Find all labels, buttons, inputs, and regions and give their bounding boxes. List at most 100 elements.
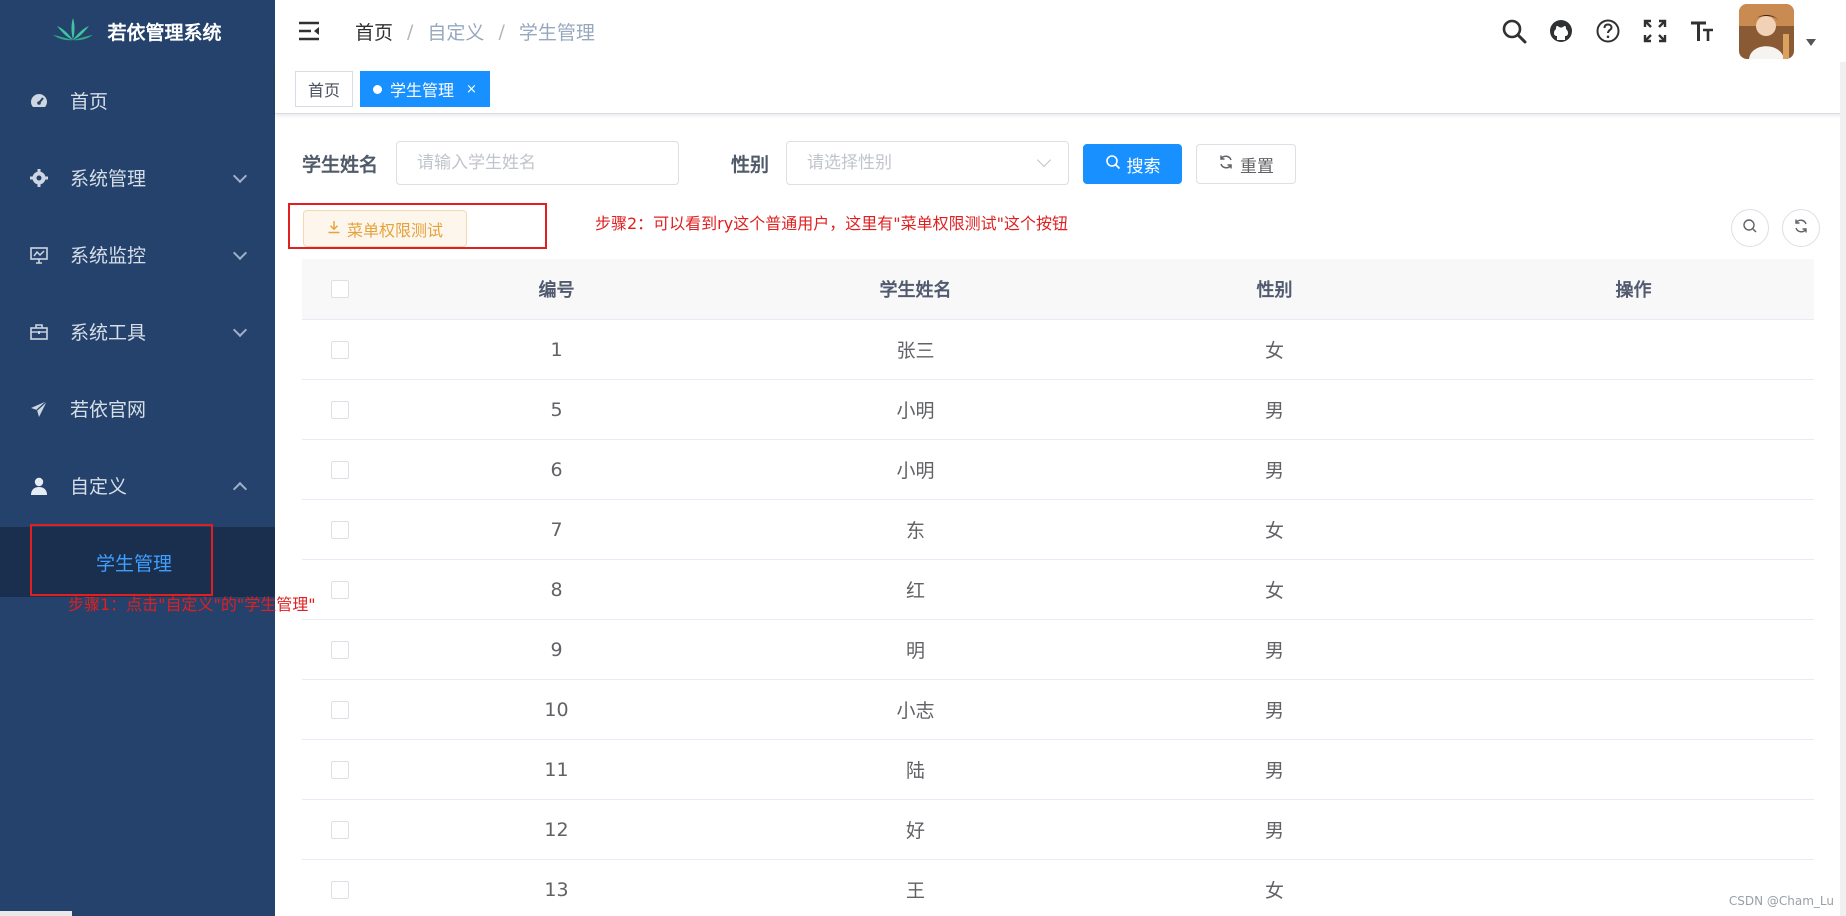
sidebar-item-system-management[interactable]: 系统管理 [0,139,275,216]
close-icon[interactable]: × [466,82,477,97]
row-checkbox[interactable] [330,400,349,419]
row-checkbox[interactable] [330,580,349,599]
refresh-icon [1793,218,1809,238]
chevron-down-icon [232,168,248,183]
column-header-name[interactable]: 学生姓名 [736,276,1095,302]
toggle-search-button[interactable] [1731,209,1769,247]
table-row[interactable]: 13 王 女 [302,860,1814,916]
search-icon [1742,218,1758,238]
github-icon[interactable] [1546,16,1576,46]
search-button[interactable]: 搜索 [1083,144,1182,184]
sidebar-item-label: 若依官网 [70,399,147,421]
breadcrumb-home[interactable]: 首页 [355,18,393,45]
cell-id: 12 [544,818,569,841]
row-checkbox-cell [302,700,377,719]
cell-name: 陆 [905,760,925,782]
cell-id: 5 [550,398,563,421]
row-checkbox[interactable] [330,640,349,659]
annotation-step2: 步骤2：可以看到ry这个普通用户，这里有"菜单权限测试"这个按钮 [595,214,1068,233]
column-header-gender[interactable]: 性别 [1095,276,1454,302]
sidebar-item-system-monitor[interactable]: 系统监控 [0,216,275,293]
page-scrollbar[interactable] [1840,62,1846,916]
student-table: 编号 学生姓名 性别 操作 1 张三女 5 小明男 6 小明男 7 东女 8 红女 9 明男 10 小志男… [302,259,1814,916]
chevron-down-icon [232,322,248,337]
refresh-button[interactable] [1782,209,1820,247]
sidebar-item-home[interactable]: 首页 [0,62,275,139]
table-row[interactable]: 5 小明 男 [302,380,1814,440]
cell-gender: 男 [1264,820,1284,842]
tag-label: 学生管理 [390,81,455,100]
gender-select[interactable] [786,141,1069,185]
row-checkbox-cell [302,640,377,659]
caret-down-icon[interactable] [1806,38,1816,46]
sidebar-item-label: 系统工具 [70,322,147,344]
row-checkbox-cell [302,400,377,419]
chevron-down-icon [232,245,248,260]
gender-label: 性别 [731,154,770,176]
question-icon[interactable] [1593,16,1623,46]
hamburger-icon[interactable] [297,20,321,42]
breadcrumb: 首页 / 自定义 / 学生管理 [355,18,595,45]
dashboard-icon [28,90,50,112]
row-checkbox[interactable] [330,760,349,779]
table-header: 编号 学生姓名 性别 操作 [302,259,1814,320]
student-name-input[interactable] [396,141,679,185]
sidebar: 若依管理系统 首页 系统管理 系统监控 系统工具 若依官网 自定义 学生管理 [0,0,275,916]
sidebar-item-label: 首页 [70,91,109,113]
row-checkbox-cell [302,580,377,599]
breadcrumb-current: 学生管理 [518,22,595,44]
chevron-up-icon [232,481,248,496]
search-icon[interactable] [1499,16,1529,46]
column-header-id[interactable]: 编号 [377,276,736,302]
fullscreen-icon[interactable] [1640,16,1670,46]
sidebar-logo[interactable]: 若依管理系统 [0,0,275,62]
sidebar-item-label: 自定义 [70,476,128,498]
tag-label: 首页 [308,81,341,100]
table-row[interactable]: 1 张三 女 [302,320,1814,380]
avatar[interactable] [1739,3,1794,59]
refresh-icon [1218,154,1234,175]
table-row[interactable]: 9 明 男 [302,620,1814,680]
row-checkbox[interactable] [330,460,349,479]
logo-icon [53,16,94,46]
font-size-icon[interactable] [1687,16,1717,46]
sidebar-item-custom[interactable]: 自定义 [0,447,275,524]
annotation-step1: 步骤1：点击"自定义"的"学生管理" [68,595,316,614]
cell-name: 明 [905,640,925,662]
row-checkbox-cell [302,880,377,899]
breadcrumb-separator: / [498,20,505,43]
row-checkbox[interactable] [330,520,349,539]
cell-gender: 男 [1264,640,1284,662]
table-row[interactable]: 6 小明 男 [302,440,1814,500]
cell-name: 小志 [896,700,935,722]
table-row[interactable]: 10 小志 男 [302,680,1814,740]
row-checkbox[interactable] [330,880,349,899]
cell-id: 9 [550,638,563,661]
select-all-checkbox[interactable] [330,280,349,298]
row-checkbox[interactable] [330,700,349,719]
sidebar-item-system-tools[interactable]: 系统工具 [0,293,275,370]
row-checkbox[interactable] [330,340,349,359]
gear-icon [28,167,50,189]
user-icon [28,475,50,497]
table-row[interactable]: 12 好 男 [302,800,1814,860]
table-row[interactable]: 7 东 女 [302,500,1814,560]
row-checkbox[interactable] [330,820,349,839]
cell-gender: 男 [1264,400,1284,422]
sidebar-item-label: 系统管理 [70,168,147,190]
table-row[interactable]: 11 陆 男 [302,740,1814,800]
cell-id: 6 [550,458,563,481]
reset-button[interactable]: 重置 [1196,144,1296,184]
sidebar-item-ruoyi-website[interactable]: 若依官网 [0,370,275,447]
cell-id: 7 [550,518,563,541]
annotation-box-step1 [30,524,213,596]
tag-home[interactable]: 首页 [295,71,354,107]
table-row[interactable]: 8 红 女 [302,560,1814,620]
cell-name: 王 [905,880,925,902]
annotation-box-step2 [288,203,547,249]
row-checkbox-cell [302,820,377,839]
row-checkbox-cell [302,760,377,779]
bottom-strip [0,911,72,916]
tag-student-management[interactable]: 学生管理 × [360,71,490,107]
cell-name: 张三 [896,340,935,362]
